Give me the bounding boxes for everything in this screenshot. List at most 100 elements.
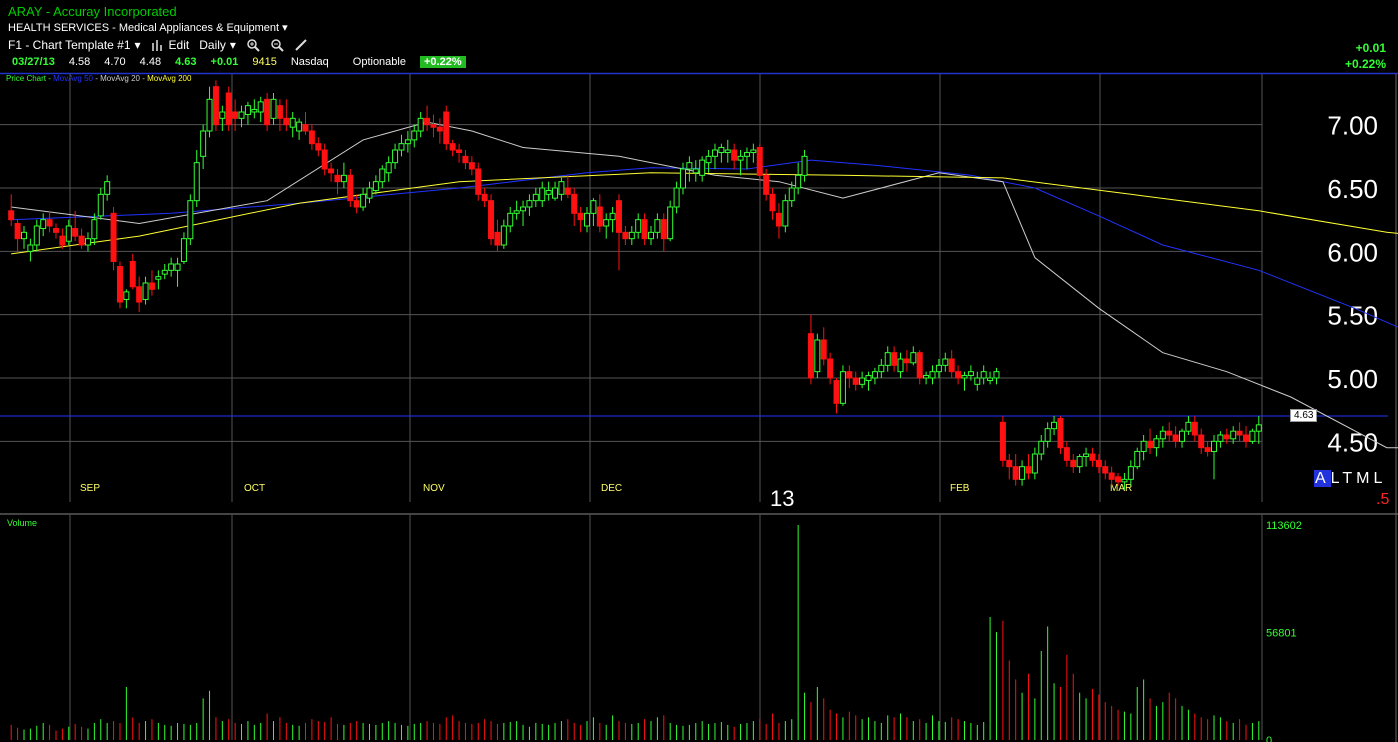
candle-body [910, 352, 917, 364]
timeframe-a-button[interactable]: A [1314, 470, 1331, 487]
candle-body [449, 143, 456, 151]
candle-body [1127, 466, 1134, 480]
candle-body [52, 228, 59, 233]
candle-body [628, 231, 635, 240]
candle-body [750, 149, 757, 154]
candle-body [91, 219, 98, 240]
price-axis-tick-label: 6.50 [1327, 174, 1378, 204]
candle-body [1236, 430, 1243, 436]
last-price-tag: 4.63 [1290, 409, 1318, 422]
candle-body [539, 187, 546, 202]
candle-body [161, 269, 168, 275]
candle-body [859, 377, 866, 385]
candle-body [270, 98, 277, 119]
candle-body [1191, 421, 1198, 436]
month-axis-label: 13 [770, 486, 794, 511]
candle-body [1095, 459, 1102, 468]
month-axis-label: OCT [244, 483, 265, 494]
candle-body [699, 159, 706, 176]
candle-body [84, 238, 91, 246]
candle-body [545, 190, 552, 195]
candle-body [456, 149, 463, 154]
candle-body [59, 235, 66, 246]
candle-body [78, 235, 85, 246]
candle-body [1249, 430, 1256, 442]
candle-body [974, 377, 981, 385]
candle-body [193, 162, 200, 202]
candle-body [622, 231, 629, 240]
candle-body [916, 352, 923, 379]
candle-body [1044, 428, 1051, 442]
candle-body [212, 86, 219, 126]
candle-body [673, 187, 680, 208]
candle-body [609, 212, 616, 221]
candle-body [155, 276, 162, 280]
candle-body [264, 98, 271, 126]
candle-body [385, 162, 392, 174]
candle-body [1159, 430, 1166, 440]
candle-body [116, 266, 123, 303]
candle-body [532, 193, 539, 202]
candle-body [238, 111, 245, 119]
candle-body [40, 219, 47, 230]
candle-body [616, 200, 623, 233]
candle-body [219, 111, 226, 119]
candle-body [827, 358, 834, 379]
candle-body [795, 174, 802, 189]
candle-body [571, 193, 578, 214]
candle-body [705, 155, 712, 164]
candle-body [308, 130, 315, 145]
candle-body [903, 358, 910, 364]
timeframe-t-button[interactable]: T [1342, 470, 1356, 487]
candle-body [136, 286, 143, 303]
candle-body [1121, 478, 1128, 483]
candle-body [379, 168, 386, 183]
volume-title: Volume [7, 518, 37, 528]
candle-body [1031, 453, 1038, 474]
candle-body [1179, 430, 1186, 442]
candle-body [948, 358, 955, 373]
candle-body [833, 380, 840, 404]
candle-body [756, 146, 763, 176]
candle-body [807, 333, 814, 379]
candle-body [955, 371, 962, 379]
candle-body [1243, 434, 1250, 442]
candle-body [558, 181, 565, 195]
candle-body [1134, 450, 1141, 468]
candle-body [1230, 430, 1237, 440]
candle-body [1102, 466, 1109, 474]
candle-body [257, 101, 264, 113]
timeframe-m-button[interactable]: M [1356, 470, 1373, 487]
candle-body [417, 117, 424, 132]
candle-body [1025, 466, 1032, 474]
candle-body [481, 193, 488, 202]
candle-body [1038, 440, 1045, 455]
candle-body [641, 219, 648, 240]
price-volume-chart[interactable]: 7.00 6.50 6.00 5.50 5.00 4.50 SEP OCT NOV DEC 13 FE… [0, 0, 1398, 742]
candle-body [724, 149, 731, 154]
candle-body [1012, 466, 1019, 480]
candle-body [814, 339, 821, 373]
candle-body [251, 108, 258, 113]
candle-body [980, 371, 987, 379]
candle-body [225, 92, 232, 126]
candle-body [232, 111, 239, 119]
candle-body [660, 219, 667, 240]
candle-body [513, 210, 520, 214]
candle-body [987, 377, 994, 382]
candle-body [14, 222, 21, 240]
candle-body [603, 219, 610, 227]
candle-body [46, 219, 53, 227]
candle-body [411, 130, 418, 141]
candle-body [775, 212, 782, 227]
candle-body [865, 374, 872, 382]
candle-body [65, 225, 72, 242]
candle-body [347, 174, 354, 202]
candle-body [1166, 430, 1173, 436]
timeframe-l2-button[interactable]: L [1374, 470, 1387, 487]
timeframe-l-button[interactable]: L [1331, 470, 1343, 487]
candle-body [564, 187, 571, 195]
candle-body [891, 352, 898, 366]
candle-body [1115, 476, 1122, 483]
candle-body [244, 105, 251, 116]
